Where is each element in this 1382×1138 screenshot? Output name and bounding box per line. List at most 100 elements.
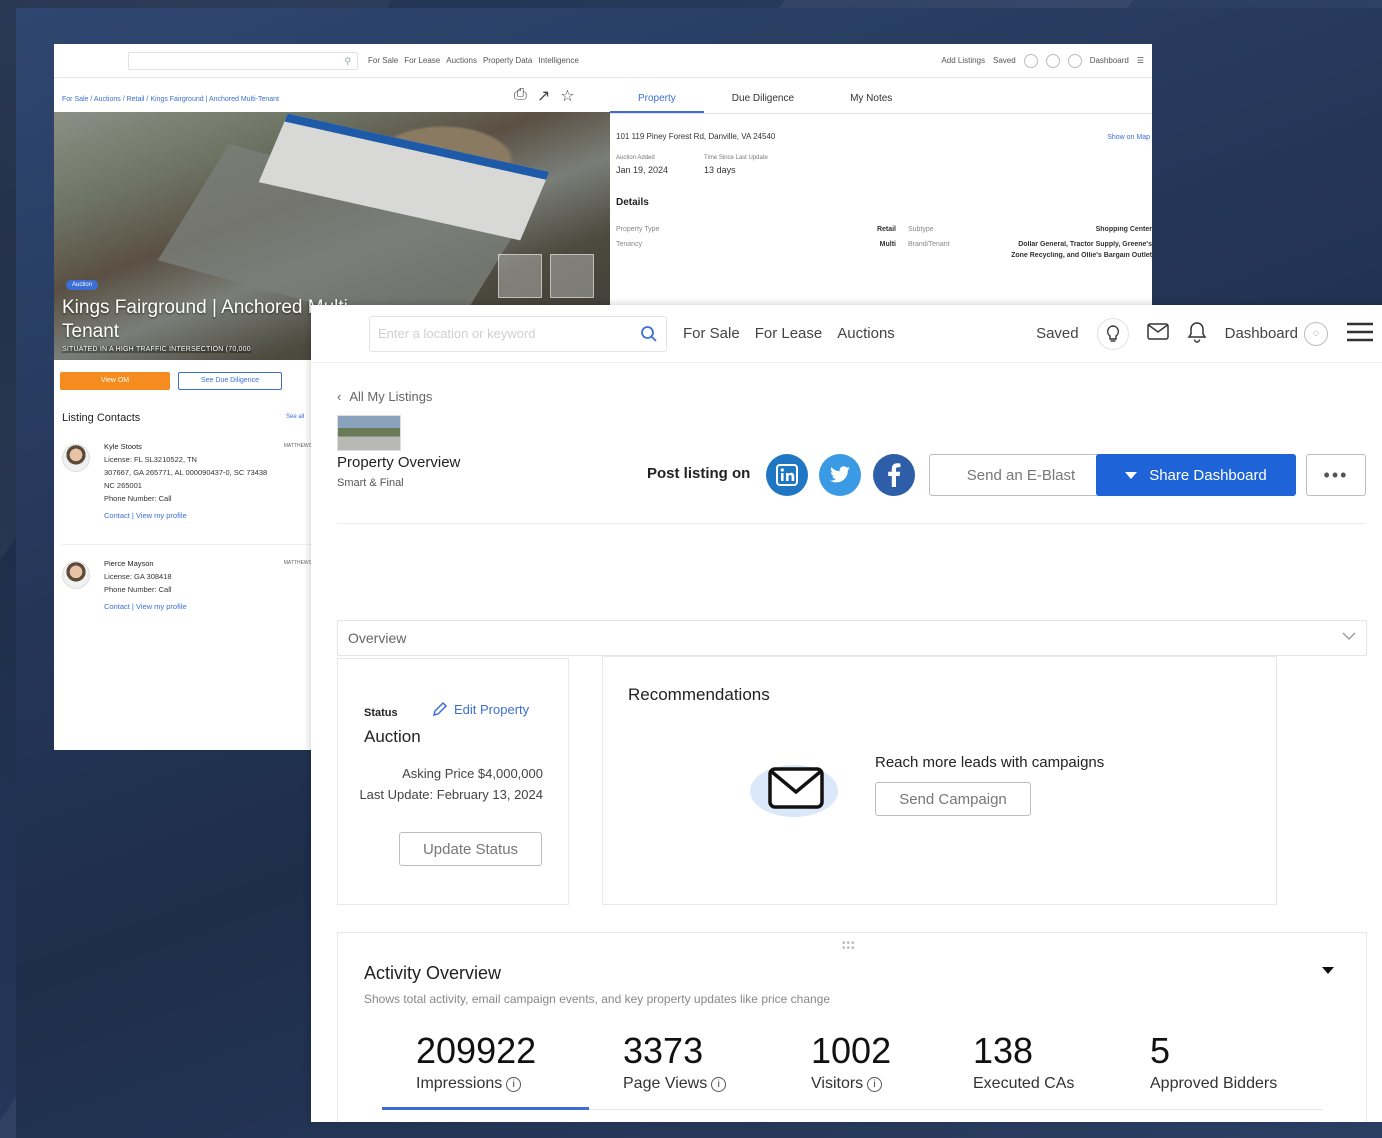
- back-nav-saved[interactable]: Saved: [993, 56, 1016, 65]
- header-divider: [337, 523, 1365, 524]
- linkedin-share-button[interactable]: [766, 454, 808, 496]
- detail-value: Shopping Center: [1095, 226, 1152, 233]
- contact-phone[interactable]: Phone Number: Call: [104, 492, 312, 505]
- contact-license-line: License: FL SL3210522, TN: [104, 455, 197, 464]
- stat-label: Visitors: [811, 1075, 864, 1092]
- back-nav-for-sale[interactable]: For Sale: [368, 56, 398, 65]
- status-value: Auction: [364, 727, 421, 746]
- search-box[interactable]: [369, 315, 667, 352]
- stat-impressions[interactable]: 209922 Impressions i: [416, 1031, 536, 1093]
- nav-auctions[interactable]: Auctions: [837, 325, 895, 342]
- edit-property-link[interactable]: Edit Property: [432, 701, 529, 717]
- info-icon[interactable]: i: [711, 1076, 727, 1092]
- back-nav-add-listings[interactable]: Add Listings: [941, 56, 985, 65]
- send-eblast-button[interactable]: Send an E-Blast: [929, 454, 1113, 496]
- show-on-map-link[interactable]: Show on Map: [1107, 134, 1150, 141]
- bell-icon[interactable]: [1187, 321, 1207, 347]
- contact-divider: [62, 544, 312, 545]
- nav-dashboard[interactable]: Dashboard: [1225, 325, 1298, 342]
- see-due-diligence-button[interactable]: See Due Diligence: [178, 372, 282, 390]
- status-info: Asking Price $4,000,000 Last Update: Feb…: [358, 763, 543, 805]
- dashboard-menu[interactable]: Dashboard ◌: [1225, 321, 1328, 346]
- back-link-label: All My Listings: [349, 389, 433, 404]
- update-status-button[interactable]: Update Status: [399, 832, 542, 866]
- time-since-value: 13 days: [704, 165, 736, 175]
- nav-for-sale[interactable]: For Sale: [683, 325, 740, 342]
- contact-license-line: License: GA 308418: [104, 572, 172, 581]
- see-all-link[interactable]: See all: [286, 414, 304, 420]
- stat-approved-bidders[interactable]: 5 Approved Bidders: [1150, 1031, 1277, 1093]
- stat-label: Executed CAs: [973, 1075, 1075, 1092]
- bell-icon[interactable]: [1067, 53, 1082, 68]
- asking-price: Asking Price $4,000,000: [402, 766, 543, 781]
- detail-label: Tenancy: [616, 241, 643, 248]
- nav-saved[interactable]: Saved: [1036, 325, 1079, 342]
- active-stat-indicator: [382, 1107, 589, 1110]
- lightbulb-icon[interactable]: [1096, 317, 1129, 350]
- detail-value: Multi: [879, 241, 896, 248]
- mail-icon[interactable]: [1045, 53, 1060, 68]
- lightbulb-icon[interactable]: [1023, 53, 1038, 68]
- mail-icon[interactable]: [1146, 323, 1169, 344]
- back-nav-for-lease[interactable]: For Lease: [404, 56, 440, 65]
- chevron-down-icon: [1342, 632, 1356, 640]
- collapse-caret-icon[interactable]: [1322, 967, 1334, 974]
- back-nav-property-data[interactable]: Property Data: [483, 56, 532, 65]
- send-campaign-button[interactable]: Send Campaign: [875, 782, 1031, 816]
- activity-overview-description: Shows total activity, email campaign eve…: [364, 992, 831, 1006]
- hamburger-menu-icon[interactable]: [1346, 321, 1374, 347]
- account-icon[interactable]: ◌: [1304, 321, 1328, 346]
- facebook-share-button[interactable]: [873, 454, 915, 496]
- listing-tools: ⎙ ↗ ☆: [514, 86, 575, 106]
- info-icon[interactable]: i: [506, 1076, 522, 1092]
- details-grid: Property Type Retail Subtype Shopping Ce…: [616, 226, 1152, 259]
- view-om-button[interactable]: View OM: [60, 372, 170, 390]
- stat-value: 138: [973, 1030, 1034, 1071]
- auction-added-label: Auction Added: [616, 155, 655, 161]
- overview-label: Overview: [348, 630, 407, 646]
- gallery-thumb[interactable]: [550, 254, 594, 298]
- back-search-input[interactable]: ⚲: [128, 51, 358, 70]
- info-icon[interactable]: i: [867, 1076, 883, 1092]
- tab-my-notes[interactable]: My Notes: [822, 88, 920, 113]
- search-input[interactable]: [370, 316, 630, 351]
- twitter-share-button[interactable]: [819, 454, 861, 496]
- star-icon[interactable]: ☆: [560, 86, 574, 106]
- more-options-button[interactable]: •••: [1306, 454, 1366, 496]
- search-icon[interactable]: [640, 325, 658, 343]
- stat-value: 3373: [623, 1030, 704, 1071]
- share-icon[interactable]: ↗: [537, 86, 550, 106]
- back-nav-auctions[interactable]: Auctions: [446, 56, 477, 65]
- contact-phone[interactable]: Phone Number: Call: [104, 583, 312, 596]
- print-icon[interactable]: ⎙: [514, 86, 527, 106]
- back-nav-intelligence[interactable]: Intelligence: [538, 56, 578, 65]
- stat-executed-cas[interactable]: 138 Executed CAs: [973, 1031, 1074, 1093]
- activity-overview-card: ••• ••• Activity Overview Shows total act…: [337, 932, 1367, 1122]
- linkedin-icon: [776, 464, 798, 486]
- contact-card: MATTHEWS Pierce Mayson License: GA 30841…: [62, 557, 312, 613]
- share-dashboard-button[interactable]: Share Dashboard: [1096, 454, 1296, 496]
- time-since-label: Time Since Last Update: [704, 155, 768, 161]
- back-nav-dashboard[interactable]: Dashboard: [1090, 56, 1129, 65]
- nav-for-lease[interactable]: For Lease: [755, 325, 823, 342]
- stat-label: Impressions: [416, 1075, 503, 1092]
- all-my-listings-link[interactable]: ‹ All My Listings: [337, 389, 432, 404]
- stat-page-views[interactable]: 3373 Page Views i: [623, 1030, 727, 1093]
- overview-accordion[interactable]: Overview: [337, 620, 1367, 656]
- menu-icon[interactable]: ☰: [1137, 56, 1144, 65]
- contact-links[interactable]: Contact | View my profile: [104, 509, 312, 522]
- breadcrumb[interactable]: For Sale / Auctions / Retail / Kings Fai…: [62, 96, 279, 103]
- property-address: 101 119 Piney Forest Rd, Danville, VA 24…: [616, 132, 776, 141]
- virtual-tour-thumb[interactable]: [498, 254, 542, 298]
- property-subtitle: Smart & Final: [337, 477, 404, 489]
- share-dashboard-label: Share Dashboard: [1149, 466, 1267, 484]
- photo-thumbnails: [498, 254, 594, 298]
- stat-visitors[interactable]: 1002 Visitors i: [811, 1031, 891, 1093]
- tab-property[interactable]: Property: [610, 88, 704, 113]
- contact-name: Kyle Stoots: [104, 442, 142, 451]
- detail-label: Subtype: [908, 226, 934, 233]
- contact-links[interactable]: Contact | View my profile: [104, 600, 312, 613]
- drag-handle-icon[interactable]: ••• •••: [842, 939, 856, 954]
- auction-badge: Auction: [66, 280, 99, 290]
- tab-due-diligence[interactable]: Due Diligence: [704, 88, 822, 113]
